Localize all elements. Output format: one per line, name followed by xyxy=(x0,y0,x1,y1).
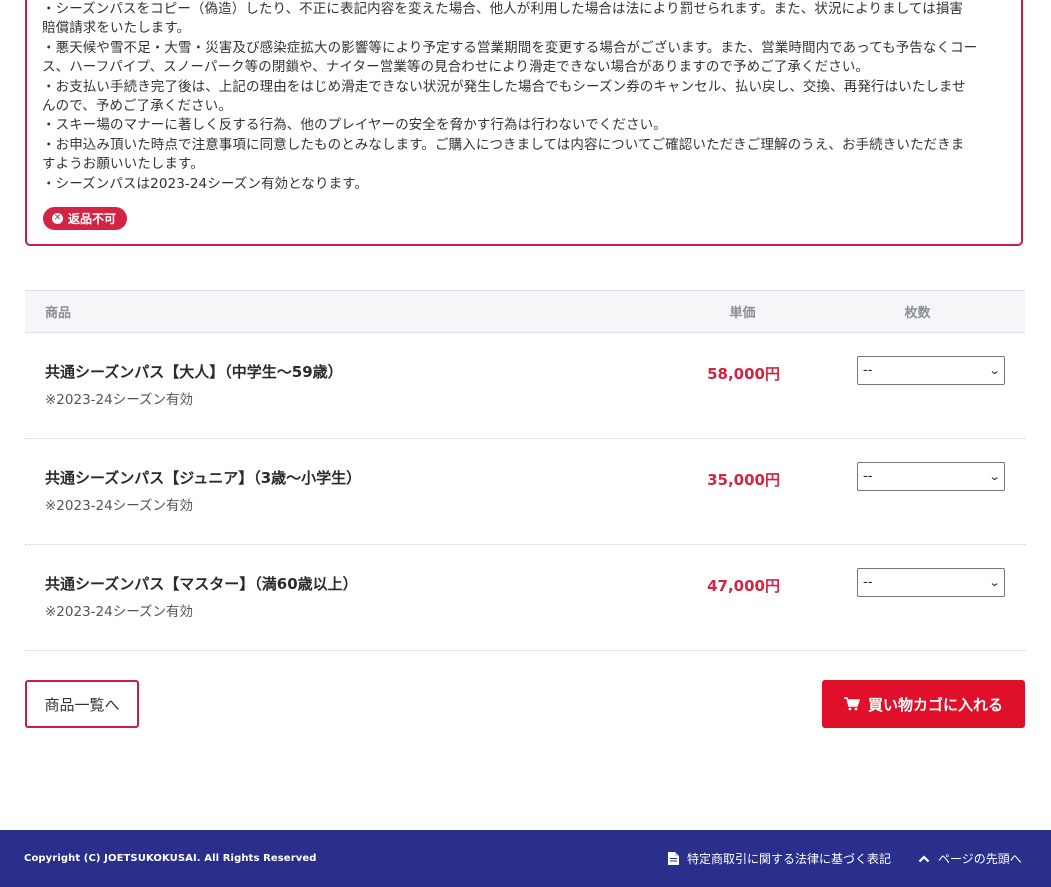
notice-line: ・シーズンパスをコピー（偽造）したり、不正に表記内容を変えた場合、他人が利用した… xyxy=(42,1,964,17)
document-icon xyxy=(668,852,679,865)
table-row: 共通シーズンパス【大人】（中学生～59歳） ※2023-24シーズン有効 58,… xyxy=(25,333,1025,439)
page: ・シーズンパスをコピー（偽造）したり、不正に表記内容を変えた場合、他人が利用した… xyxy=(0,0,1051,887)
header-product: 商品 xyxy=(45,306,72,321)
quantity-value: -- xyxy=(863,469,873,484)
table-row: 共通シーズンパス【マスター】（満60歳以上） ※2023-24シーズン有効 47… xyxy=(25,545,1025,651)
product-note: ※2023-24シーズン有効 xyxy=(45,604,194,620)
product-name: 共通シーズンパス【ジュニア】（3歳～小学生） xyxy=(45,469,362,487)
product-name: 共通シーズンパス【大人】（中学生～59歳） xyxy=(45,363,343,381)
back-to-list-button[interactable]: 商品一覧へ xyxy=(25,680,139,728)
table-header: 商品 単価 枚数 xyxy=(25,290,1025,333)
notice-line: ・お申込み頂いた時点で注意事項に同意したものとみなします。ご購入につきましては内… xyxy=(42,136,965,153)
quantity-value: -- xyxy=(863,575,873,590)
header-qty: 枚数 xyxy=(904,306,931,321)
header-price: 単価 xyxy=(729,306,756,321)
commercial-law-link[interactable]: 特定商取引に関する法律に基づく表記 xyxy=(668,850,891,867)
product-cell: 共通シーズンパス【マスター】（満60歳以上） ※2023-24シーズン有効 xyxy=(25,545,675,620)
product-price: 58,000円 xyxy=(707,365,780,383)
chevron-up-icon xyxy=(918,855,930,863)
notice-line: ・悪天候や雪不足・大雪・災害及び感染症拡大の影響等により予定する営業期間を変更す… xyxy=(42,39,978,56)
notice-line: ス、ハーフパイプ、スノーパーク等の閉鎖や、ナイター営業等の見合わせにより滑走でき… xyxy=(42,59,870,76)
product-note: ※2023-24シーズン有効 xyxy=(45,498,194,514)
quantity-value: -- xyxy=(863,363,873,378)
badge-label: 返品不可 xyxy=(68,212,117,226)
qty-cell: -- ⌄ xyxy=(810,333,1025,385)
product-price: 35,000円 xyxy=(707,471,780,489)
product-name: 共通シーズンパス【マスター】（満60歳以上） xyxy=(45,575,358,593)
notice-line: 賠償請求をいたします。 xyxy=(42,20,191,37)
chevron-down-icon: ⌄ xyxy=(988,470,1001,483)
chevron-down-icon: ⌄ xyxy=(988,576,1001,589)
non-returnable-badge: ✕ 返品不可 xyxy=(43,207,128,230)
page-top-label: ページの先頭へ xyxy=(938,852,1022,866)
notice-line: ・シーズンパスは2023-24シーズン有効となります。 xyxy=(42,175,369,192)
chevron-down-icon: ⌄ xyxy=(988,364,1001,377)
footer: Copyright (C) JOETSUKOKUSAI. All Rights … xyxy=(0,830,1051,887)
product-note: ※2023-24シーズン有効 xyxy=(45,392,194,408)
quantity-select-junior[interactable]: -- ⌄ xyxy=(857,462,1005,491)
product-cell: 共通シーズンパス【ジュニア】（3歳～小学生） ※2023-24シーズン有効 xyxy=(25,439,675,514)
times-circle-icon: ✕ xyxy=(52,213,63,224)
product-price: 47,000円 xyxy=(707,577,780,595)
notice-box: ・シーズンパスをコピー（偽造）したり、不正に表記内容を変えた場合、他人が利用した… xyxy=(25,0,1023,246)
notice-line: ・お支払い手続き完了後は、上記の理由をはじめ滑走できない状況が発生した場合でもシ… xyxy=(42,78,966,95)
qty-cell: -- ⌄ xyxy=(810,439,1025,491)
notice-line: すようお願いいたします。 xyxy=(42,156,204,173)
quantity-select-adult[interactable]: -- ⌄ xyxy=(857,356,1005,385)
table-row: 共通シーズンパス【ジュニア】（3歳～小学生） ※2023-24シーズン有効 35… xyxy=(25,439,1025,545)
notice-line: んので、予めご了承ください。 xyxy=(42,98,232,115)
commercial-law-label: 特定商取引に関する法律に基づく表記 xyxy=(687,852,892,866)
product-table: 商品 単価 枚数 共通シーズンパス【大人】（中学生～59歳） ※2023-24シ… xyxy=(25,290,1025,651)
notice-line: ・スキー場のマナーに著しく反する行為、他のプレイヤーの安全を脅かす行為は行わない… xyxy=(42,117,667,134)
cart-icon xyxy=(843,697,860,711)
product-cell: 共通シーズンパス【大人】（中学生～59歳） ※2023-24シーズン有効 xyxy=(25,333,675,408)
copyright-text: Copyright (C) JOETSUKOKUSAI. All Rights … xyxy=(24,853,317,864)
cart-button-label: 買い物カゴに入れる xyxy=(867,695,1003,714)
page-top-link[interactable]: ページの先頭へ xyxy=(918,850,1022,867)
add-to-cart-button[interactable]: 買い物カゴに入れる xyxy=(822,680,1025,728)
qty-cell: -- ⌄ xyxy=(810,545,1025,597)
quantity-select-master[interactable]: -- ⌄ xyxy=(857,568,1005,597)
